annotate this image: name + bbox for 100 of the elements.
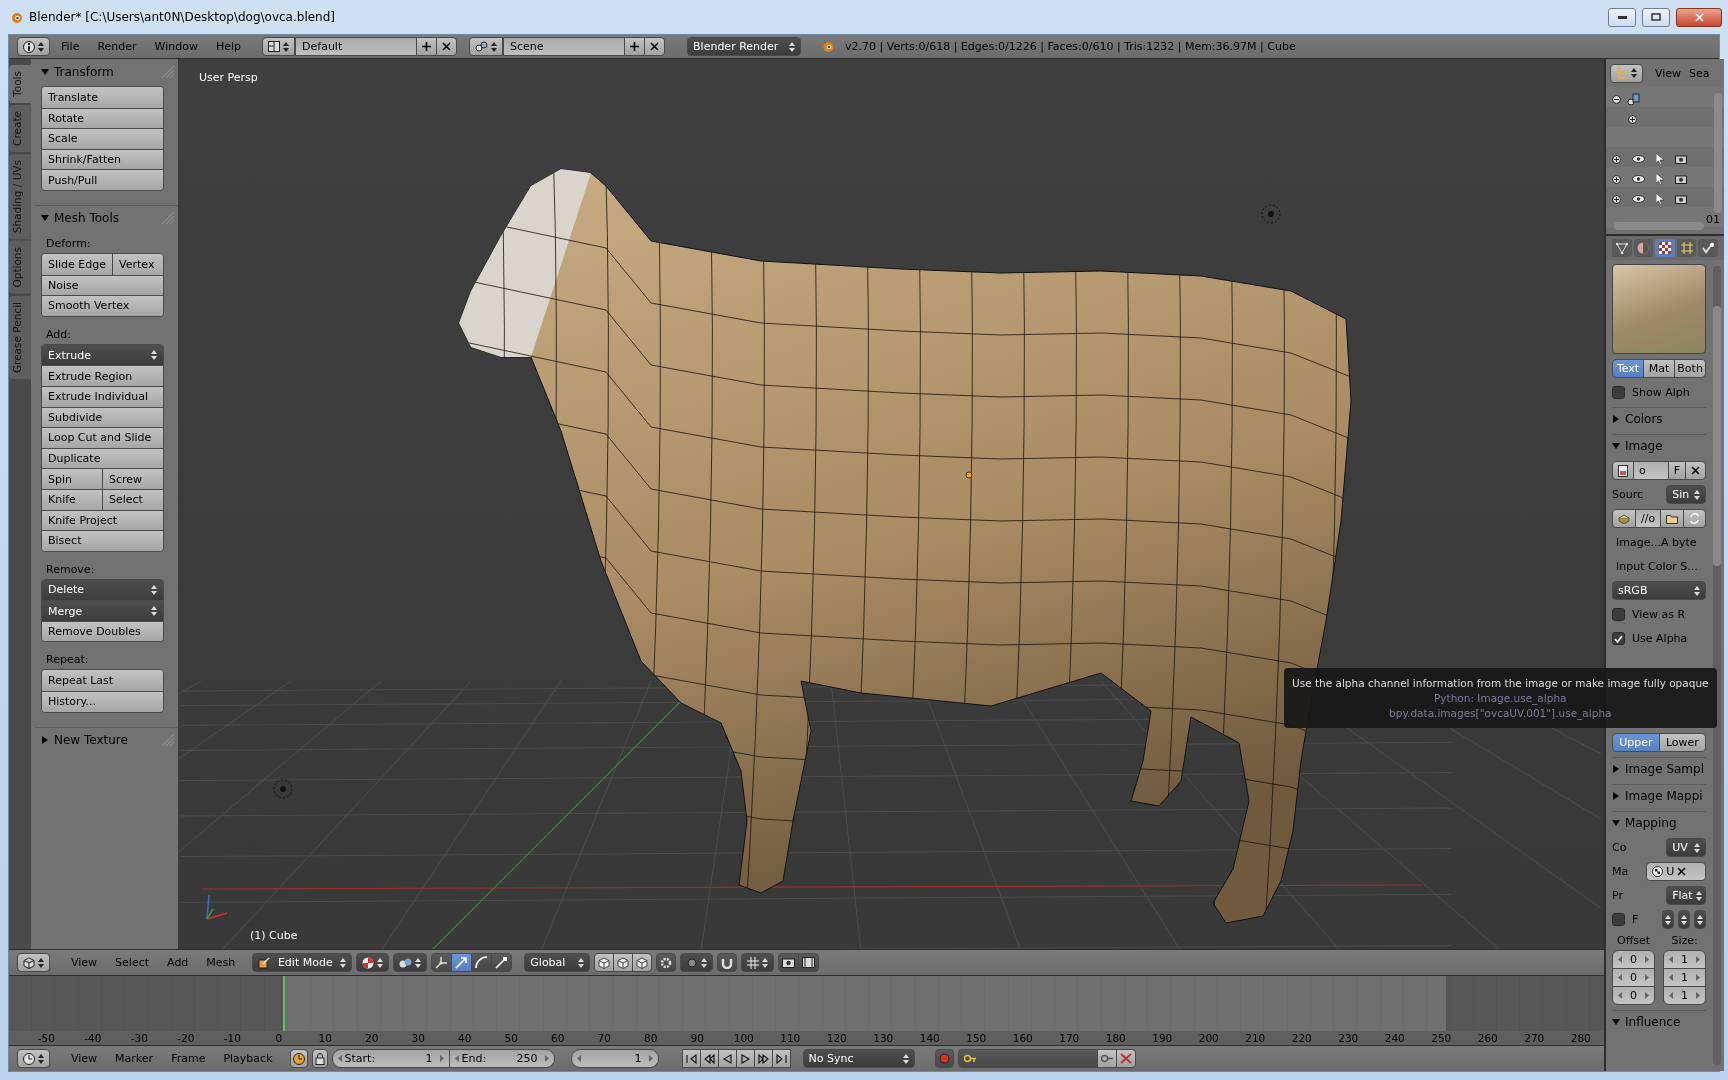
expand-toggle-icon[interactable]	[1612, 154, 1621, 164]
scrollbar-thumb[interactable]	[1614, 222, 1704, 230]
cursor-icon[interactable]	[1656, 173, 1664, 185]
scrollbar-thumb[interactable]	[1714, 93, 1722, 213]
end-frame-field[interactable]: End: 250	[448, 1049, 555, 1068]
tool-button[interactable]: Noise	[42, 275, 163, 296]
editor-type-button[interactable]	[17, 1049, 50, 1068]
checkbox[interactable]	[1612, 632, 1625, 645]
menu-item[interactable]: Select	[108, 956, 157, 969]
tool-button[interactable]: Repeat Last	[42, 670, 163, 692]
properties-tab[interactable]	[1633, 239, 1654, 257]
panel-header[interactable]: New Texture	[41, 732, 128, 747]
collapse-toggle-icon[interactable]	[1612, 94, 1621, 104]
tool-button[interactable]: Select	[102, 489, 163, 510]
editor-type-button[interactable]	[1610, 63, 1643, 83]
menu-item[interactable]: Help	[208, 40, 249, 53]
tool-button[interactable]: Subdivide	[42, 407, 163, 428]
axis-dropdown[interactable]	[1678, 910, 1691, 929]
tool-button[interactable]: Slide Edge	[42, 253, 113, 275]
object-field[interactable]: U	[1646, 862, 1707, 881]
close-button[interactable]	[1676, 7, 1722, 27]
image-browse-button[interactable]	[1612, 461, 1634, 480]
add-button[interactable]	[624, 37, 646, 56]
snap-button[interactable]	[717, 953, 738, 972]
eye-icon[interactable]	[1632, 155, 1645, 163]
panel-header[interactable]: Transform	[41, 64, 114, 79]
tool-button[interactable]: Duplicate	[42, 448, 163, 469]
occlude-button[interactable]	[656, 953, 677, 972]
tool-button[interactable]: Smooth Vertex	[42, 296, 163, 316]
tool-button[interactable]: Screw	[102, 469, 163, 489]
record-button[interactable]	[934, 1049, 954, 1068]
editor-type-button[interactable]	[17, 37, 50, 56]
pivot-dropdown[interactable]	[393, 953, 428, 972]
menu-item[interactable]: Sea	[1685, 66, 1714, 80]
screen-layout-button[interactable]	[262, 37, 296, 56]
tool-button[interactable]: Bisect	[42, 531, 163, 551]
menu-item[interactable]: Marker	[108, 1052, 161, 1065]
minimize-button[interactable]	[1608, 7, 1636, 27]
camera-icon[interactable]	[1675, 194, 1687, 204]
eye-icon[interactable]	[1632, 175, 1645, 183]
checkbox[interactable]	[1612, 608, 1625, 621]
tool-button[interactable]: Extrude Individual	[42, 386, 163, 407]
pack-button[interactable]	[1612, 509, 1636, 528]
menu-item[interactable]: View	[64, 956, 105, 969]
panel-header[interactable]: Image Mappi	[1612, 784, 1707, 806]
unlink-button[interactable]	[1685, 461, 1707, 480]
face-select-button[interactable]	[632, 953, 653, 972]
tool-button[interactable]: Extrude Region	[42, 366, 163, 386]
panel-header[interactable]: Mapping	[1612, 811, 1707, 833]
tool-button[interactable]: History...	[42, 692, 163, 712]
tool-menu-button[interactable]: Extrude	[42, 344, 163, 366]
current-frame-field[interactable]: 1	[570, 1049, 659, 1068]
panel-header[interactable]: Colors	[1612, 407, 1707, 429]
manipulator-button[interactable]	[451, 953, 473, 972]
segment-button[interactable]: Lower	[1658, 733, 1707, 752]
cursor-icon[interactable]	[1656, 153, 1664, 165]
segment-button[interactable]: Mat	[1643, 359, 1676, 378]
menu-item[interactable]: Frame	[164, 1052, 213, 1065]
jump-start-button[interactable]	[681, 1049, 701, 1068]
add-button[interactable]	[416, 37, 438, 56]
properties-tab[interactable]	[1612, 239, 1632, 257]
number-field[interactable]: 0	[1612, 968, 1656, 987]
properties-tab[interactable]	[1698, 239, 1718, 257]
remove-button[interactable]	[436, 37, 458, 56]
camera-icon[interactable]	[1675, 174, 1687, 184]
tool-button[interactable]: Translate	[42, 87, 163, 108]
checkbox[interactable]	[1612, 386, 1625, 399]
proportional-dropdown[interactable]	[680, 953, 714, 972]
axis-dropdown[interactable]	[1694, 910, 1707, 929]
screen-layout-field[interactable]: Default	[295, 37, 418, 56]
number-field[interactable]: 1	[1663, 986, 1707, 1005]
start-frame-field[interactable]: Start: 1	[331, 1049, 450, 1068]
segment-button[interactable]: Both	[1674, 359, 1707, 378]
vertex-select-button[interactable]	[594, 953, 615, 972]
tool-button[interactable]: Remove Doubles	[42, 621, 163, 642]
editor-type-button[interactable]	[17, 953, 50, 972]
dropdown[interactable]: sRGB	[1612, 581, 1707, 600]
tool-menu-button[interactable]: Delete	[42, 579, 163, 601]
manipulator-button[interactable]	[471, 953, 493, 972]
tool-button[interactable]: Knife	[42, 489, 102, 510]
menu-item[interactable]: Mesh	[199, 956, 243, 969]
number-field[interactable]: 1	[1663, 968, 1707, 987]
expand-toggle-icon[interactable]	[1612, 194, 1621, 204]
dropdown[interactable]: UV	[1666, 838, 1707, 857]
panel-header[interactable]: Influence	[1612, 1010, 1707, 1032]
tool-button[interactable]: Vertex	[112, 253, 163, 275]
lock-button[interactable]	[311, 1049, 328, 1068]
scrollbar-thumb[interactable]	[1713, 306, 1721, 566]
segment-button[interactable]: Upper	[1612, 733, 1660, 752]
maximize-button[interactable]	[1642, 7, 1670, 27]
tool-button[interactable]: Scale	[42, 129, 163, 149]
manipulator-button[interactable]	[491, 953, 513, 972]
scene-field[interactable]: Scene	[503, 37, 626, 56]
checkbox[interactable]	[1612, 913, 1625, 926]
menu-item[interactable]: File	[54, 40, 87, 53]
panel-header[interactable]: Image Sampl	[1612, 757, 1707, 779]
snap-element-dropdown[interactable]	[741, 953, 775, 972]
panel-header[interactable]: Mesh Tools	[41, 210, 119, 225]
panel-header[interactable]: Image	[1612, 434, 1707, 456]
dropdown[interactable]: Flat	[1666, 886, 1707, 905]
